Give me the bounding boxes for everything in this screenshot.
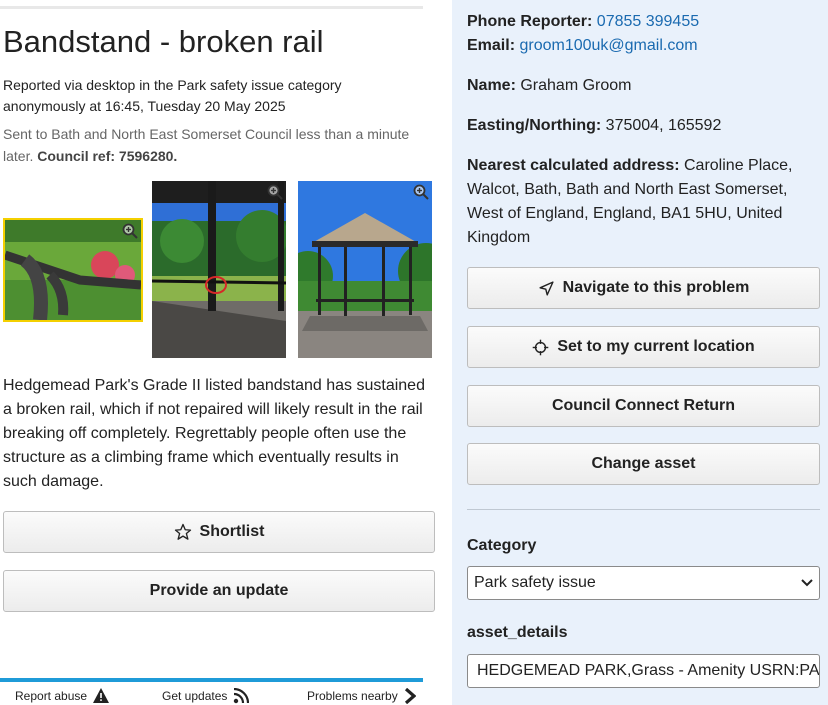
problems-nearby-link[interactable]: Problems nearby	[307, 688, 416, 704]
report-title: Bandstand - broken rail	[3, 24, 324, 59]
email-link[interactable]: groom100uk@gmail.com	[519, 37, 697, 54]
name-row: Name: Graham Groom	[467, 74, 817, 98]
report-meta-line2: anonymously at 16:45, Tuesday 20 May 202…	[3, 98, 286, 114]
sent-to-council: Sent to Bath and North East Somerset Cou…	[3, 123, 428, 167]
chevron-right-icon	[404, 688, 416, 704]
category-select[interactable]: Park safety issue	[467, 566, 820, 600]
set-location-label: Set to my current location	[557, 338, 755, 355]
get-updates-label: Get updates	[162, 689, 228, 703]
phone-row: Phone Reporter: 07855 399455	[467, 10, 817, 34]
star-icon	[174, 523, 191, 540]
problems-nearby-label: Problems nearby	[307, 689, 398, 703]
asset-details-input[interactable]: HEDGEMEAD PARK,Grass - Amenity USRN:PA	[467, 654, 820, 688]
photo-thumbnail-3[interactable]	[298, 181, 432, 358]
provide-update-button[interactable]: Provide an update	[3, 570, 435, 612]
photo-thumbnail-1[interactable]	[3, 218, 143, 322]
report-abuse-label: Report abuse	[15, 688, 88, 703]
set-location-button[interactable]: Set to my current location	[467, 326, 820, 368]
provide-update-label: Provide an update	[149, 582, 289, 599]
report-abuse-link[interactable]: Report abuse	[15, 688, 110, 703]
council-ref: Council ref: 7596280.	[37, 148, 178, 164]
chevron-down-icon	[801, 579, 813, 587]
footer-nav: Report abuse Get updates Problems nearby	[0, 682, 452, 705]
name-value: Graham Groom	[520, 77, 632, 94]
asset-details-label: asset_details	[467, 624, 568, 641]
easting-label: Easting/Northing:	[467, 117, 602, 134]
get-updates-link[interactable]: Get updates	[162, 688, 250, 704]
photo-thumbnail-2[interactable]	[152, 181, 286, 358]
report-panel: Bandstand - broken rail Reported via des…	[0, 0, 452, 705]
category-selected-value: Park safety issue	[474, 574, 596, 591]
phone-link[interactable]: 07855 399455	[597, 13, 699, 30]
address-row: Nearest calculated address: Caroline Pla…	[467, 154, 817, 250]
zoom-in-icon	[267, 184, 283, 200]
council-connect-label: Council Connect Return	[551, 397, 736, 414]
report-description: Hedgemead Park's Grade II listed bandsta…	[3, 377, 425, 490]
phone-label: Phone Reporter:	[467, 13, 593, 30]
report-meta: Reported via desktop in the Park safety …	[3, 75, 423, 117]
asset-details-value: HEDGEMEAD PARK,Grass - Amenity USRN:PA	[477, 662, 820, 679]
warning-icon	[93, 688, 110, 703]
email-label: Email:	[467, 37, 516, 54]
navigate-button[interactable]: Navigate to this problem	[467, 267, 820, 309]
council-connect-button[interactable]: Council Connect Return	[467, 385, 820, 427]
report-meta-line1: Reported via desktop in the Park safety …	[3, 77, 342, 93]
zoom-in-icon	[413, 184, 429, 200]
navigation-arrow-icon	[539, 280, 554, 296]
email-row: Email: groom100uk@gmail.com	[467, 34, 817, 58]
admin-sidebar: Phone Reporter: 07855 399455 Email: groo…	[452, 0, 828, 705]
rss-icon	[234, 688, 250, 704]
zoom-in-icon	[122, 223, 138, 239]
address-label: Nearest calculated address:	[467, 157, 680, 174]
change-asset-label: Change asset	[591, 455, 696, 472]
change-asset-button[interactable]: Change asset	[467, 443, 820, 485]
crosshair-icon	[533, 339, 549, 355]
easting-value: 375004, 165592	[605, 117, 722, 134]
top-divider	[0, 6, 423, 9]
shortlist-button[interactable]: Shortlist	[3, 511, 435, 553]
sidebar-divider	[467, 509, 820, 510]
easting-row: Easting/Northing: 375004, 165592	[467, 114, 817, 138]
navigate-label: Navigate to this problem	[562, 279, 750, 296]
name-label: Name:	[467, 77, 516, 94]
category-label: Category	[467, 537, 537, 554]
shortlist-label: Shortlist	[199, 523, 265, 540]
